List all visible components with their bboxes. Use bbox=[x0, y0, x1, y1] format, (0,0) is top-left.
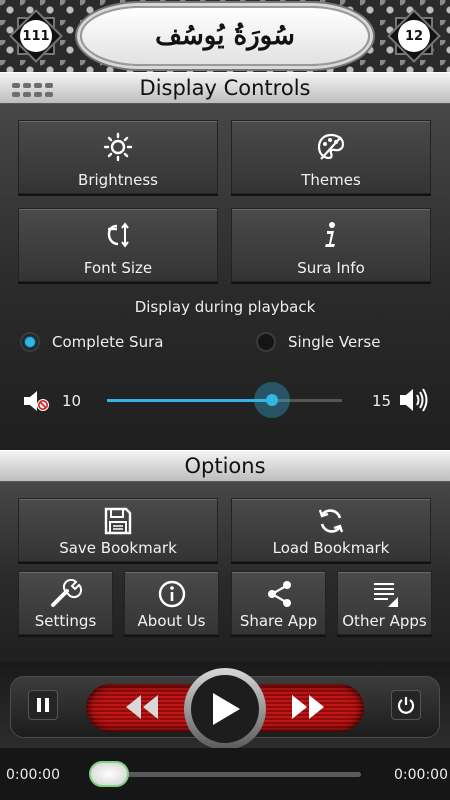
volume-slider-thumb[interactable] bbox=[254, 382, 290, 418]
complete-sura-radio[interactable]: Complete Sura bbox=[20, 332, 163, 352]
themes-button[interactable]: Themes bbox=[231, 120, 431, 194]
font-size-icon bbox=[101, 219, 135, 251]
display-controls-title: Display Controls bbox=[139, 76, 311, 100]
save-bookmark-button[interactable]: Save Bookmark bbox=[18, 498, 218, 562]
seek-thumb[interactable] bbox=[89, 761, 129, 787]
single-verse-radio-indicator[interactable] bbox=[256, 332, 276, 352]
refresh-icon bbox=[314, 505, 348, 537]
load-bookmark-button[interactable]: Load Bookmark bbox=[231, 498, 431, 562]
complete-sura-label: Complete Sura bbox=[52, 333, 164, 351]
wrench-icon bbox=[49, 578, 83, 610]
volume-slider-track[interactable] bbox=[107, 399, 342, 402]
other-apps-button[interactable]: Other Apps bbox=[337, 571, 432, 635]
palette-icon bbox=[314, 131, 348, 163]
prev-sura-number: 111 bbox=[20, 20, 52, 52]
next-sura-button[interactable]: 12 bbox=[387, 9, 441, 63]
share-icon bbox=[262, 578, 296, 610]
prev-sura-button[interactable]: 111 bbox=[9, 9, 63, 63]
seek-bar[interactable] bbox=[98, 772, 361, 777]
playback-progress: 0:00:00 0:00:00 bbox=[0, 748, 450, 800]
font-size-button[interactable]: Font Size bbox=[18, 208, 218, 282]
list-icon bbox=[368, 578, 402, 610]
volume-min-value: 10 bbox=[62, 392, 82, 410]
playback-display-label: Display during playback bbox=[134, 298, 316, 316]
elapsed-time: 0:00:00 bbox=[6, 767, 60, 783]
volume-max-value: 15 bbox=[372, 392, 392, 410]
settings-button[interactable]: Settings bbox=[18, 571, 113, 635]
about-us-label: About Us bbox=[137, 612, 206, 630]
grip-handle-icon[interactable] bbox=[12, 83, 56, 97]
brightness-label: Brightness bbox=[78, 171, 158, 189]
sura-info-label: Sura Info bbox=[297, 259, 365, 277]
sura-info-button[interactable]: Sura Info bbox=[231, 208, 431, 282]
volume-up-icon[interactable] bbox=[398, 386, 430, 414]
next-sura-number: 12 bbox=[398, 20, 430, 52]
display-controls-panel: Brightness Themes Font Size Sura Info Di… bbox=[0, 104, 450, 450]
pause-icon bbox=[37, 698, 49, 712]
share-app-button[interactable]: Share App bbox=[231, 571, 326, 635]
options-header: Options bbox=[0, 450, 450, 482]
load-bookmark-label: Load Bookmark bbox=[272, 539, 390, 557]
single-verse-radio[interactable]: Single Verse bbox=[256, 332, 380, 352]
info-circle-icon bbox=[155, 578, 189, 610]
options-title: Options bbox=[184, 454, 266, 478]
rewind-icon bbox=[126, 695, 158, 719]
fast-forward-button[interactable] bbox=[290, 692, 326, 726]
power-icon bbox=[397, 697, 415, 714]
complete-sura-radio-indicator[interactable] bbox=[20, 332, 40, 352]
other-apps-label: Other Apps bbox=[342, 612, 427, 630]
options-panel: Save Bookmark Load Bookmark Settings Abo… bbox=[0, 482, 450, 662]
display-controls-header: Display Controls bbox=[0, 72, 450, 104]
brightness-button[interactable]: Brightness bbox=[18, 120, 218, 194]
sura-title-plate: سُورَةُ يُوسُف bbox=[80, 6, 370, 66]
fast-forward-icon bbox=[292, 695, 324, 719]
sura-header: 111 سُورَةُ يُوسُف 12 bbox=[0, 0, 450, 72]
rewind-button[interactable] bbox=[124, 692, 160, 726]
info-icon bbox=[314, 219, 348, 251]
floppy-disk-icon bbox=[101, 505, 135, 537]
play-icon bbox=[213, 693, 240, 725]
font-size-label: Font Size bbox=[83, 259, 153, 277]
themes-label: Themes bbox=[301, 171, 361, 189]
volume-slider-fill bbox=[107, 399, 272, 402]
single-verse-label: Single Verse bbox=[288, 333, 381, 351]
sura-title: سُورَةُ يُوسُف bbox=[155, 21, 295, 51]
power-button[interactable] bbox=[391, 690, 421, 720]
save-bookmark-label: Save Bookmark bbox=[59, 539, 177, 557]
total-time: 0:00:00 bbox=[394, 767, 448, 783]
mute-icon[interactable] bbox=[22, 388, 52, 412]
pause-button[interactable] bbox=[28, 690, 58, 720]
share-app-label: Share App bbox=[239, 612, 318, 630]
sun-icon bbox=[101, 131, 135, 163]
about-us-button[interactable]: About Us bbox=[124, 571, 219, 635]
play-button[interactable] bbox=[184, 668, 266, 750]
settings-label: Settings bbox=[34, 612, 97, 630]
